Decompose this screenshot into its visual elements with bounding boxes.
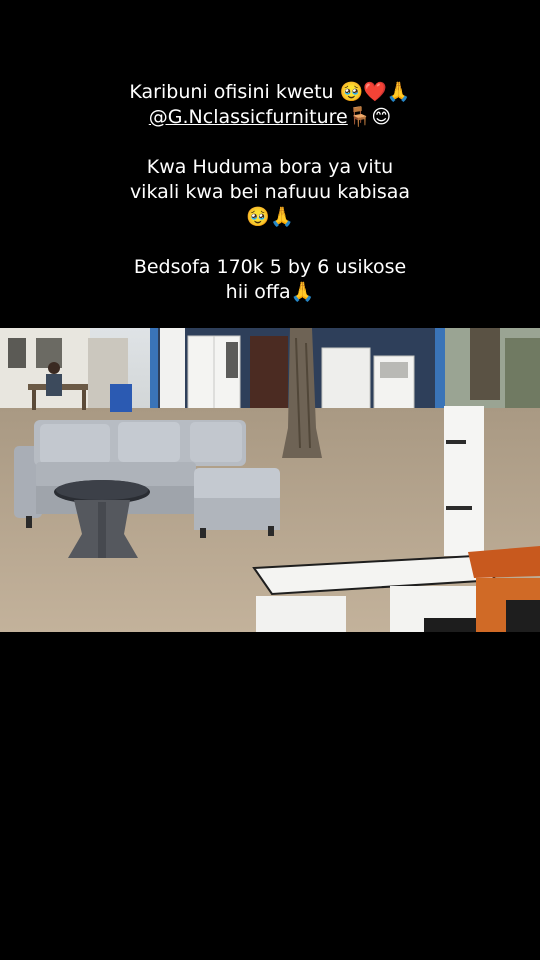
caption-spacer-2 <box>0 230 540 255</box>
caption-line-service-1: Kwa Huduma bora ya vitu <box>146 156 394 178</box>
caption-line-offer-1: Bedsofa 170k 5 by 6 usikose <box>133 256 407 278</box>
orange-cabinet-icon <box>468 546 540 632</box>
account-handle-link[interactable]: @G.Nclassicfurniture <box>149 106 348 128</box>
handle-emoji: 🪑😊 <box>347 106 392 128</box>
caption-line-service-2: vikali kwa bei nafuuu kabisaa <box>129 181 411 203</box>
video-frame-photo[interactable] <box>0 328 540 632</box>
caption-line-emoji: 🥹🙏 <box>246 206 294 228</box>
video-caption: Karibuni ofisini kwetu 🥹❤️🙏 @G.Nclassicf… <box>0 80 540 305</box>
caption-line-handle: @G.Nclassicfurniture🪑😊 <box>0 105 540 130</box>
worker-icon <box>46 362 62 396</box>
caption-line-welcome: Karibuni ofisini kwetu 🥹❤️🙏 <box>129 81 411 103</box>
furniture-yard-scene <box>0 328 540 632</box>
caption-line-offer-2: hii offa🙏 <box>225 281 315 303</box>
